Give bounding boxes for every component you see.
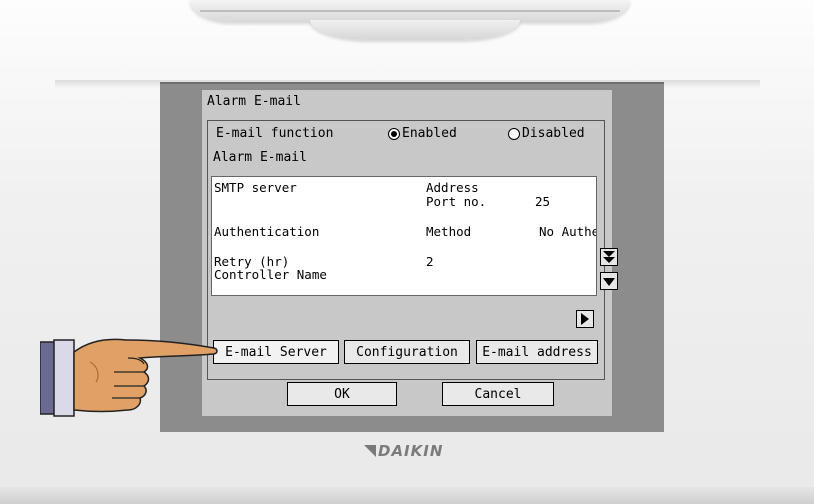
double-down-arrow-icon (603, 248, 615, 267)
radio-disabled[interactable]: Disabled (508, 126, 585, 141)
radio-disabled-label: Disabled (522, 126, 585, 141)
alarm-email-section-label: Alarm E-mail (213, 150, 307, 165)
tab-email-address[interactable]: E-mail address (476, 340, 598, 364)
port-label: Port no. (426, 194, 487, 209)
email-function-label: E-mail function (216, 126, 334, 141)
radio-enabled[interactable]: Enabled (388, 126, 457, 141)
authentication-label: Authentication (214, 224, 320, 239)
controller-name-label: Controller Name (214, 267, 327, 282)
smtp-server-label: SMTP server (214, 180, 297, 195)
daikin-logo-text: DAIKIN (378, 442, 444, 460)
right-arrow-icon (580, 310, 590, 329)
tab-email-server[interactable]: E-mail Server (213, 340, 339, 364)
scroll-right-button[interactable] (576, 310, 594, 328)
daikin-logo-mark (364, 445, 376, 457)
method-value: No Authe (539, 224, 597, 239)
device-bottom-band (0, 487, 814, 504)
radio-enabled-label: Enabled (402, 126, 457, 141)
pointing-hand-icon (39, 332, 220, 422)
lcd-screen: Alarm E-mail E-mail function Enabled Dis… (201, 89, 618, 417)
device-top-line (200, 10, 620, 12)
radio-selected-icon (388, 127, 400, 140)
scroll-down-button[interactable] (600, 272, 618, 290)
address-label: Address (426, 180, 479, 195)
daikin-logo: DAIKIN (364, 441, 464, 461)
port-value: 25 (535, 194, 551, 209)
screen-title: Alarm E-mail (207, 94, 301, 109)
retry-value: 2 (426, 254, 434, 269)
method-label: Method (426, 224, 472, 239)
ok-button[interactable]: OK (287, 382, 397, 406)
scroll-to-bottom-button[interactable] (600, 248, 618, 266)
cancel-button[interactable]: Cancel (442, 382, 554, 406)
touch-controller-device: Alarm E-mail E-mail function Enabled Dis… (0, 0, 814, 504)
device-top-tab (310, 20, 520, 40)
tab-configuration[interactable]: Configuration (344, 340, 470, 364)
settings-list[interactable]: SMTP server Address Port no. 25 Authenti… (211, 176, 597, 296)
radio-unselected-icon (508, 127, 520, 140)
down-arrow-icon (603, 272, 615, 291)
